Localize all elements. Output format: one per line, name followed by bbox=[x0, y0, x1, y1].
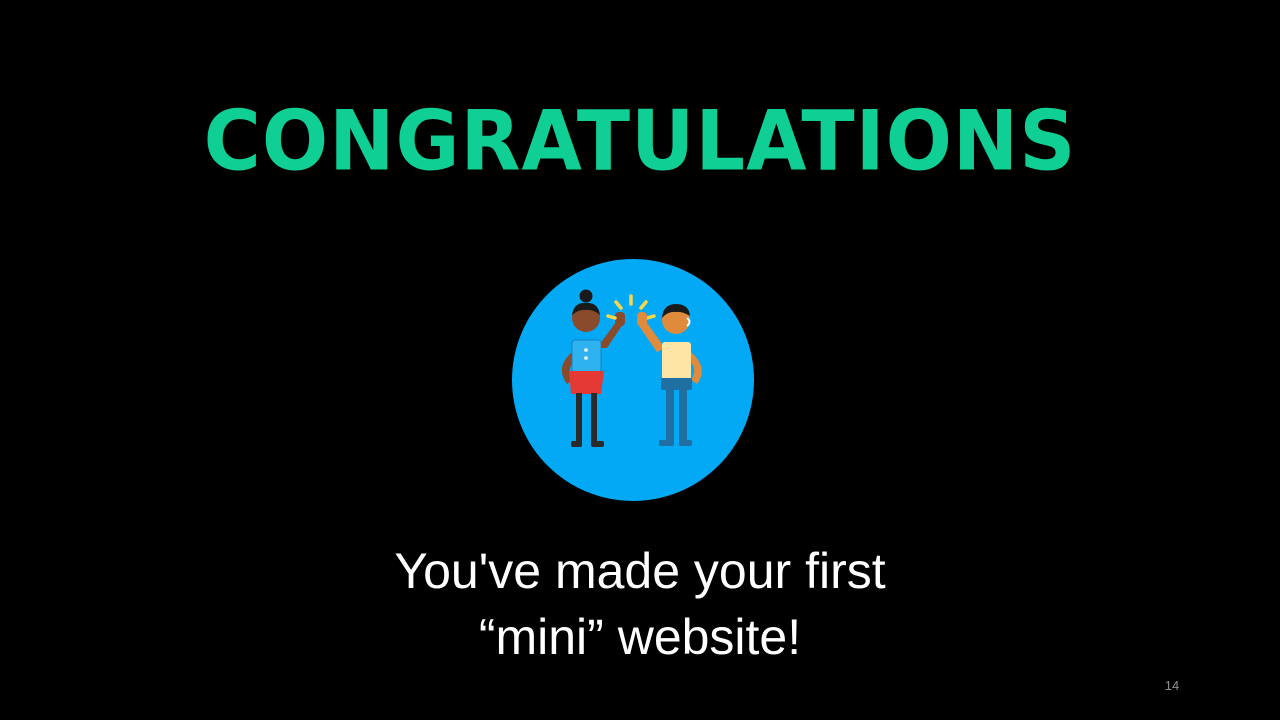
slide-title: CONGRATULATIONS bbox=[203, 94, 1077, 190]
message-line-1: You've made your first bbox=[394, 543, 886, 599]
page-number: 14 bbox=[1164, 678, 1180, 693]
high-five-icon bbox=[511, 258, 755, 502]
slide-message: You've made your first “mini” website! bbox=[0, 538, 1280, 670]
slide: CONGRATULATIONS You've made your first “… bbox=[0, 0, 1280, 720]
message-line-2: “mini” website! bbox=[478, 609, 802, 665]
